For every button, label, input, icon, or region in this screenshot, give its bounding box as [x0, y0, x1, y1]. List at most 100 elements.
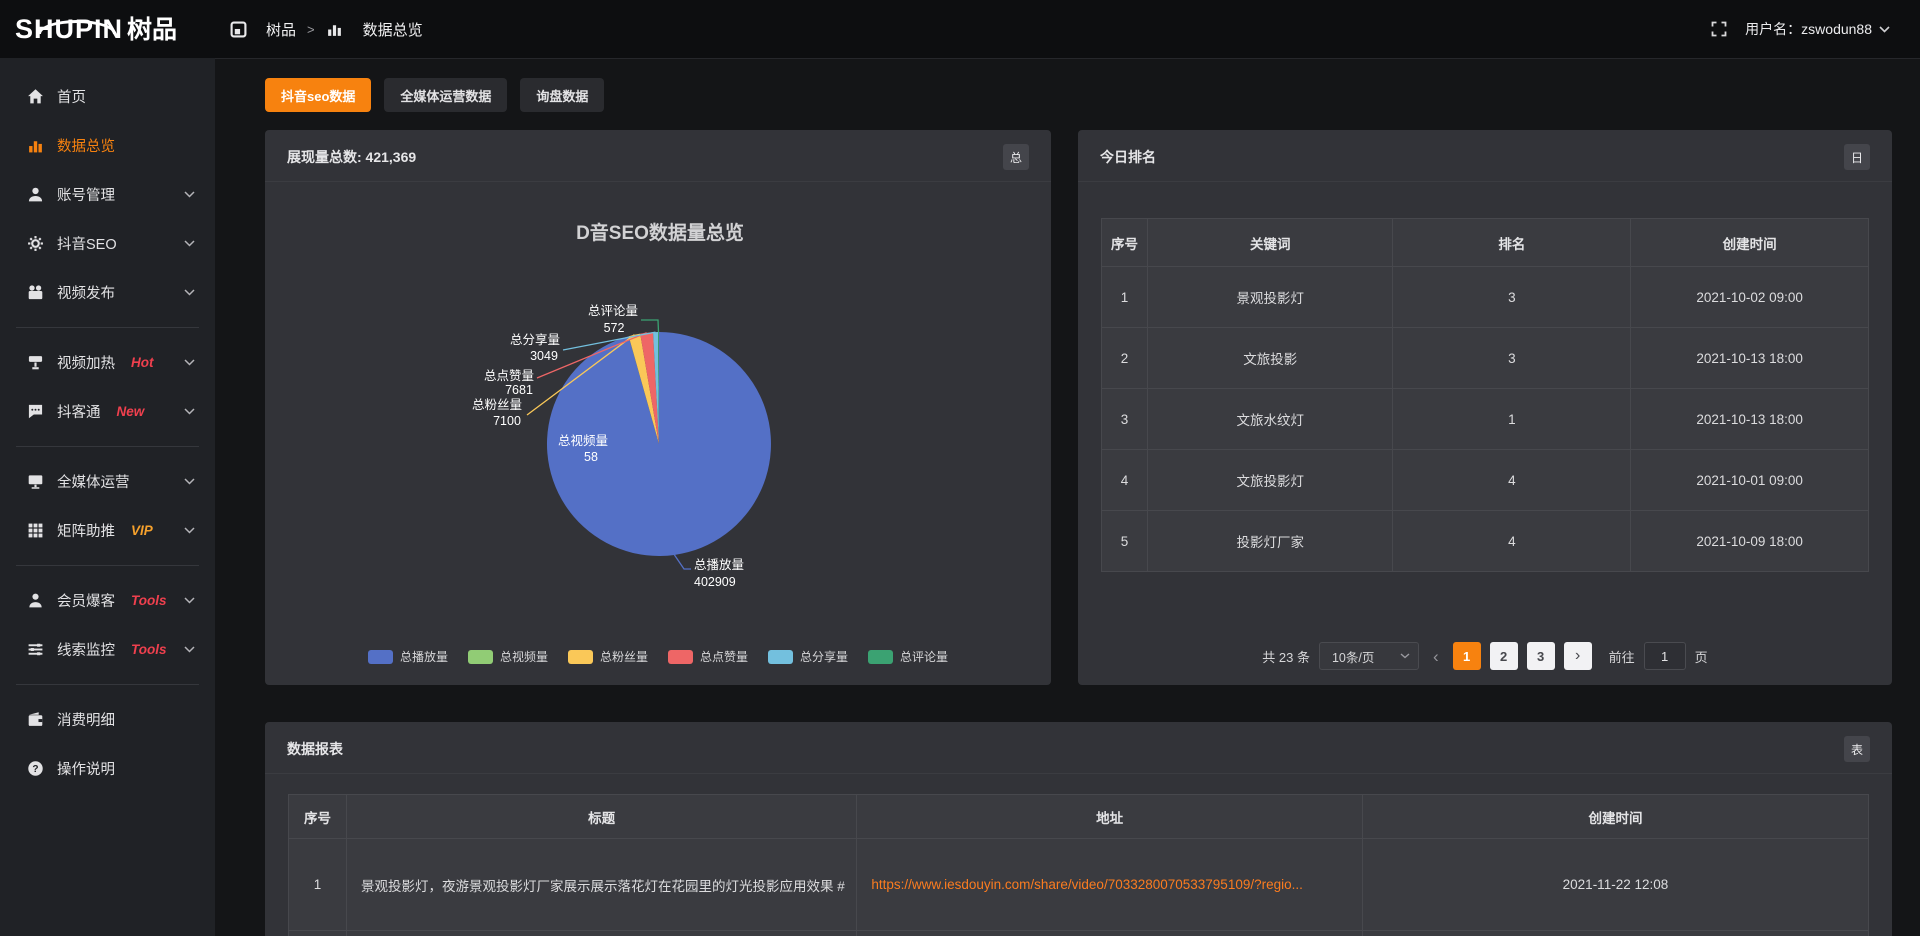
- report-col-header: 创建时间: [1362, 795, 1868, 839]
- app-square-icon: [229, 20, 247, 38]
- pie-label-name: 总点赞量: [484, 369, 534, 383]
- total-view-button[interactable]: 总: [1003, 144, 1029, 170]
- page-button-2[interactable]: 2: [1490, 642, 1518, 670]
- roller-icon: [26, 354, 44, 372]
- overview-panel-head: 展现量总数: 421,369 总: [265, 130, 1051, 182]
- sidebar-item-matrix-boost[interactable]: 矩阵助推VIP: [0, 506, 215, 555]
- sidebar-item-label: 全媒体运营: [57, 471, 130, 492]
- goto-page-input[interactable]: [1644, 642, 1686, 670]
- tab-1[interactable]: 全媒体运营数据: [384, 78, 507, 112]
- chevron-down-icon: [184, 478, 195, 485]
- sidebar-item-label: 首页: [57, 86, 86, 107]
- sidebar-item-badge: VIP: [131, 523, 153, 538]
- table-cell: 文旅投影灯: [1148, 450, 1393, 511]
- prev-page-button[interactable]: ‹: [1428, 648, 1444, 665]
- legend-item[interactable]: 总分享量: [768, 648, 848, 665]
- legend-item[interactable]: 总播放量: [368, 648, 448, 665]
- table-row: 3文旅水纹灯12021-10-13 18:00: [1102, 389, 1869, 450]
- sidebar-item-account[interactable]: 账号管理: [0, 170, 215, 219]
- sidebar-item-member[interactable]: 会员爆客Tools: [0, 576, 215, 625]
- sidebar-item-video-heat[interactable]: 视频加热 Hot: [0, 338, 215, 387]
- next-page-button[interactable]: ›: [1564, 642, 1592, 670]
- fullscreen-icon[interactable]: [1711, 21, 1727, 37]
- sidebar-divider: [16, 446, 199, 447]
- ranking-panel: 今日排名 日 序号关键词排名创建时间1景观投影灯32021-10-02 09:0…: [1078, 130, 1892, 685]
- sidebar-divider: [16, 565, 199, 566]
- chart-legend: 总播放量 总视频量 总粉丝量 总点赞量 总分享量 总评论量: [265, 648, 1051, 665]
- daily-view-button[interactable]: 日: [1844, 144, 1870, 170]
- pie-label-value: 58: [584, 450, 598, 464]
- sidebar-menu: 首页数据总览账号管理抖音SEO视频发布视频加热 Hot 抖客通New 全媒体运营矩阵助…: [0, 58, 215, 936]
- legend-label: 总播放量: [400, 648, 448, 665]
- app-root: SHUPIN 树品 树品 > 数据总览 用户名: [0, 0, 1920, 936]
- sidebar-item-media-ops[interactable]: 全媒体运营: [0, 457, 215, 506]
- monitor-icon: [26, 473, 44, 491]
- table-row: [289, 931, 1869, 936]
- table-cell: 投影灯厂家: [1148, 511, 1393, 572]
- sidebar-item-help[interactable]: ? 操作说明: [0, 744, 215, 793]
- bar-chart-icon: [26, 137, 44, 155]
- table-cell: 4: [1102, 450, 1148, 511]
- body-row: 首页数据总览账号管理抖音SEO视频发布视频加热 Hot 抖客通New 全媒体运营矩阵助…: [0, 58, 1920, 936]
- sidebar-item-video-publish[interactable]: 视频发布: [0, 268, 215, 317]
- sidebar-item-label: 视频加热: [57, 352, 115, 373]
- table-cell: 4: [1393, 511, 1631, 572]
- pie-label-name: 总播放量: [694, 557, 744, 572]
- page-button-1[interactable]: 1: [1453, 642, 1481, 670]
- sidebar-item-badge: New: [117, 404, 145, 419]
- report-col-header: 标题: [347, 795, 857, 839]
- chevron-down-icon: [184, 646, 195, 653]
- sidebar-item-douyin-seo[interactable]: 抖音SEO: [0, 219, 215, 268]
- page-button-3[interactable]: 3: [1527, 642, 1555, 670]
- pie-label-name: 总粉丝量: [472, 397, 522, 412]
- chevron-down-icon: [1400, 653, 1410, 659]
- report-panel-head: 数据报表 表: [265, 722, 1892, 774]
- sidebar-item-home[interactable]: 首页: [0, 72, 215, 121]
- report-panel: 数据报表 表 序号标题地址创建时间1景观投影灯，夜游景观投影灯厂家展示展示落花灯…: [265, 722, 1892, 936]
- chevron-down-icon: [184, 240, 195, 247]
- legend-item[interactable]: 总点赞量: [668, 648, 748, 665]
- pie-label-value: 402909: [694, 575, 736, 589]
- sidebar-item-label: 消费明细: [57, 709, 115, 730]
- legend-item[interactable]: 总视频量: [468, 648, 548, 665]
- sidebar-item-badge: Hot: [131, 355, 154, 370]
- legend-swatch: [468, 650, 493, 664]
- table-cell: 1: [1102, 267, 1148, 328]
- sidebar-item-douketong[interactable]: 抖客通New: [0, 387, 215, 436]
- chevron-down-icon: [1879, 26, 1890, 33]
- breadcrumb-item-root[interactable]: 树品: [229, 19, 296, 40]
- legend-label: 总评论量: [900, 648, 948, 665]
- legend-item[interactable]: 总评论量: [868, 648, 948, 665]
- sidebar-item-data-overview[interactable]: 数据总览: [0, 121, 215, 170]
- video-link[interactable]: https://www.iesdouyin.com/share/video/70…: [871, 877, 1303, 892]
- tab-0[interactable]: 抖音seo数据: [265, 78, 371, 112]
- brand-logo[interactable]: SHUPIN 树品: [0, 16, 215, 43]
- tab-2[interactable]: 询盘数据: [520, 78, 604, 112]
- top-bar: SHUPIN 树品 树品 > 数据总览 用户名: [0, 0, 1920, 58]
- chevron-down-icon: [184, 408, 195, 415]
- table-cell: 2: [1102, 328, 1148, 389]
- legend-swatch: [668, 650, 693, 664]
- ranking-col-header: 关键词: [1148, 219, 1393, 267]
- table-cell: 文旅投影: [1148, 328, 1393, 389]
- overview-panel: 展现量总数: 421,369 总 D音SEO数据量总览总播放量402909总视频…: [265, 130, 1051, 685]
- seo-pie-chart[interactable]: D音SEO数据量总览总播放量402909总视频量58总粉丝量7100总点赞量76…: [265, 182, 1051, 642]
- sidebar-item-label: 线索监控: [57, 639, 115, 660]
- sidebar-item-label: 操作说明: [57, 758, 115, 779]
- sidebar-item-label: 会员爆客: [57, 590, 115, 611]
- legend-swatch: [868, 650, 893, 664]
- breadcrumb-item-current[interactable]: 数据总览: [326, 19, 423, 40]
- person-icon: [26, 592, 44, 610]
- sidebar-item-consume-detail[interactable]: 消费明细: [0, 695, 215, 744]
- legend-item[interactable]: 总粉丝量: [568, 648, 648, 665]
- svg-text:?: ?: [32, 764, 38, 775]
- sidebar-item-badge: Tools: [131, 642, 167, 657]
- tab-bar: 抖音seo数据全媒体运营数据询盘数据: [265, 78, 1892, 112]
- sidebar-divider: [16, 327, 199, 328]
- sidebar-item-clue-monitor[interactable]: 线索监控 Tools: [0, 625, 215, 674]
- chevron-down-icon: [184, 359, 195, 366]
- page-size-select[interactable]: 10条/页: [1319, 642, 1419, 670]
- report-panel-title: 数据报表: [287, 739, 343, 759]
- table-view-button[interactable]: 表: [1844, 736, 1870, 762]
- user-menu[interactable]: 用户名：zswodun88: [1745, 19, 1890, 39]
